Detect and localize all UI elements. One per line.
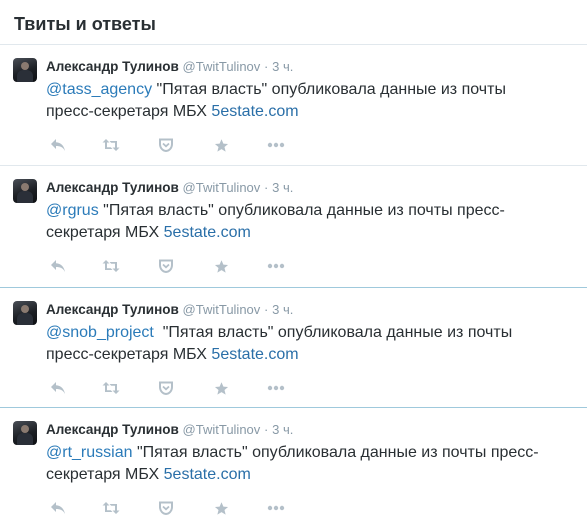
tweet-actions [46, 498, 575, 518]
user-handle[interactable]: @TwitTulinov [183, 180, 261, 195]
tweet-header: Александр Тулинов @TwitTulinov · 3 ч. [46, 421, 575, 439]
pocket-icon [159, 259, 173, 273]
reply-icon [51, 139, 65, 151]
tweet-time[interactable]: 3 ч. [272, 422, 293, 437]
tweet-text: @snob_project "Пятая власть" опубликовал… [46, 322, 546, 366]
more-icon [267, 263, 285, 269]
pocket-button[interactable] [156, 256, 176, 276]
reply-icon [51, 502, 65, 514]
more-button[interactable] [266, 498, 286, 518]
reply-icon [51, 382, 65, 394]
more-icon [267, 385, 285, 391]
avatar[interactable] [13, 301, 37, 325]
url-link[interactable]: 5estate.com [164, 224, 251, 241]
favorite-button[interactable] [211, 378, 231, 398]
tweet-text: @rgrus "Пятая власть" опубликовала данны… [46, 200, 546, 244]
retweet-icon [102, 382, 120, 394]
tweet-time[interactable]: 3 ч. [272, 180, 293, 195]
tweet-header: Александр Тулинов @TwitTulinov · 3 ч. [46, 58, 575, 76]
separator-dot: · [264, 422, 269, 437]
more-icon [267, 142, 285, 148]
tweet-item[interactable]: Александр Тулинов @TwitTulinov · 3 ч. @s… [0, 288, 587, 408]
reply-icon [51, 260, 65, 272]
more-button[interactable] [266, 378, 286, 398]
pocket-icon [159, 138, 173, 152]
pocket-icon [159, 501, 173, 515]
user-name[interactable]: Александр Тулинов [46, 422, 179, 437]
retweet-icon [102, 502, 120, 514]
reply-button[interactable] [48, 378, 68, 398]
tweet-item[interactable]: Александр Тулинов @TwitTulinov · 3 ч. @r… [0, 408, 587, 530]
separator-dot: · [264, 302, 269, 317]
page-title: Твиты и ответы [14, 14, 156, 34]
tweet-time[interactable]: 3 ч. [272, 302, 293, 317]
tweet-header: Александр Тулинов @TwitTulinov · 3 ч. [46, 301, 575, 319]
separator-dot: · [264, 180, 269, 195]
retweet-icon [102, 139, 120, 151]
user-handle[interactable]: @TwitTulinov [183, 422, 261, 437]
mention-link[interactable]: @rgrus [46, 202, 99, 219]
separator-dot: · [264, 59, 269, 74]
pocket-button[interactable] [156, 135, 176, 155]
pocket-button[interactable] [156, 378, 176, 398]
reply-button[interactable] [48, 135, 68, 155]
retweet-button[interactable] [101, 256, 121, 276]
user-handle[interactable]: @TwitTulinov [183, 302, 261, 317]
stream-header: Твиты и ответы [0, 0, 587, 45]
tweet-item[interactable]: Александр Тулинов @TwitTulinov · 3 ч. @t… [0, 45, 587, 166]
avatar[interactable] [13, 58, 37, 82]
url-link[interactable]: 5estate.com [211, 346, 298, 363]
favorite-button[interactable] [211, 135, 231, 155]
reply-button[interactable] [48, 498, 68, 518]
star-icon [214, 501, 228, 515]
retweet-icon [102, 260, 120, 272]
pocket-button[interactable] [156, 498, 176, 518]
more-button[interactable] [266, 135, 286, 155]
tweet-actions [46, 256, 575, 276]
favorite-button[interactable] [211, 498, 231, 518]
retweet-button[interactable] [101, 378, 121, 398]
tweet-item[interactable]: Александр Тулинов @TwitTulinov · 3 ч. @r… [0, 166, 587, 288]
star-icon [214, 381, 228, 395]
user-name[interactable]: Александр Тулинов [46, 180, 179, 195]
retweet-button[interactable] [101, 135, 121, 155]
user-handle[interactable]: @TwitTulinov [183, 59, 261, 74]
url-link[interactable]: 5estate.com [164, 466, 251, 483]
reply-button[interactable] [48, 256, 68, 276]
avatar[interactable] [13, 179, 37, 203]
user-name[interactable]: Александр Тулинов [46, 59, 179, 74]
tweet-actions [46, 135, 575, 155]
tweet-text: @tass_agency "Пятая власть" опубликовала… [46, 79, 546, 123]
mention-link[interactable]: @tass_agency [46, 81, 152, 98]
tweet-text: @rt_russian "Пятая власть" опубликовала … [46, 442, 546, 486]
more-button[interactable] [266, 256, 286, 276]
tweet-body: "Пятая власть" опубликовала данные из по… [46, 202, 505, 241]
url-link[interactable]: 5estate.com [211, 103, 298, 120]
favorite-button[interactable] [211, 256, 231, 276]
tweet-actions [46, 378, 575, 398]
star-icon [214, 138, 228, 152]
tweet-time[interactable]: 3 ч. [272, 59, 293, 74]
tweet-header: Александр Тулинов @TwitTulinov · 3 ч. [46, 179, 575, 197]
avatar[interactable] [13, 421, 37, 445]
mention-link[interactable]: @rt_russian [46, 444, 133, 461]
mention-link[interactable]: @snob_project [46, 324, 154, 341]
more-icon [267, 505, 285, 511]
user-name[interactable]: Александр Тулинов [46, 302, 179, 317]
retweet-button[interactable] [101, 498, 121, 518]
pocket-icon [159, 381, 173, 395]
star-icon [214, 259, 228, 273]
